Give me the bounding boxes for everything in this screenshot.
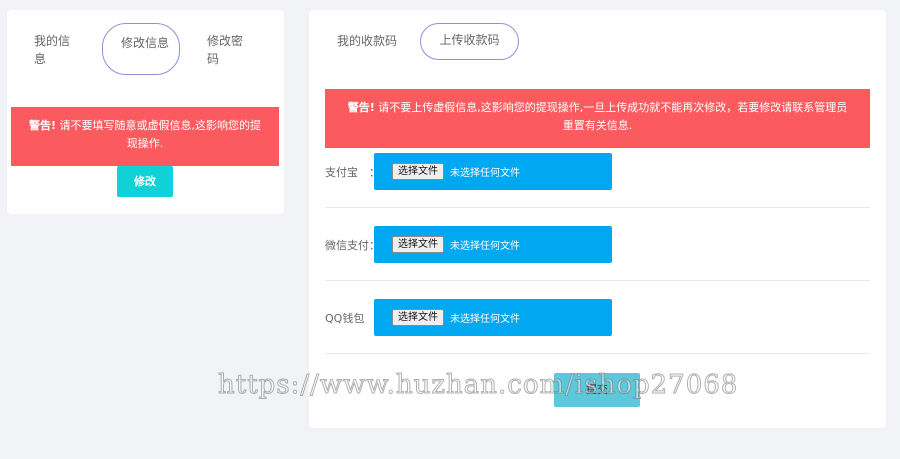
tab-edit-info[interactable]: 修改信息 (102, 23, 180, 75)
choose-file-button[interactable]: 选择文件 (392, 236, 444, 253)
wechat-pay-label: 微信支付： (325, 239, 380, 252)
file-status: 未选择任何文件 (450, 241, 520, 252)
file-status: 未选择任何文件 (450, 168, 520, 179)
tab-my-info[interactable]: 我的信息 (34, 32, 78, 68)
alert-title: 警告! (347, 101, 375, 114)
payment-code-panel: 我的收款码 上传收款码 警告! 请不要上传虚假信息,这影响您的提现操作,一旦上传… (309, 10, 886, 428)
warning-alert: 警告! 请不要上传虚假信息,这影响您的提现操作,一旦上传成功就不能再次修改，若要… (325, 89, 870, 148)
warning-alert: 警告! 请不要填写随意或虚假信息,这影响您的提现操作. (11, 107, 279, 166)
divider (325, 280, 870, 281)
alert-text: 请不要填写随意或虚假信息,这影响您的提现操作. (56, 119, 262, 150)
divider (325, 353, 870, 354)
tab-change-password[interactable]: 修改密码 (207, 32, 251, 68)
divider (325, 207, 870, 208)
alipay-label: 支付宝 ： (325, 166, 380, 179)
watermark: https://www.huzhan.com/ishop27068 (217, 370, 739, 401)
qq-wallet-upload-field[interactable]: 选择文件 未选择任何文件 (374, 299, 612, 336)
choose-file-button[interactable]: 选择文件 (392, 309, 444, 326)
alert-title: 警告! (28, 119, 57, 132)
choose-file-button[interactable]: 选择文件 (392, 163, 444, 180)
tab-my-payment-code[interactable]: 我的收款码 (337, 32, 397, 50)
alipay-upload-field[interactable]: 选择文件 未选择任何文件 (374, 153, 612, 190)
alert-text: 请不要上传虚假信息,这影响您的提现操作,一旦上传成功就不能再次修改，若要修改请联… (374, 101, 848, 132)
wechat-pay-upload-field[interactable]: 选择文件 未选择任何文件 (374, 226, 612, 263)
file-status: 未选择任何文件 (450, 314, 520, 325)
tab-upload-payment-code[interactable]: 上传收款码 (420, 23, 519, 60)
account-info-panel: 我的信息 修改信息 修改密码 警告! 请不要填写随意或虚假信息,这影响您的提现操… (7, 10, 284, 214)
modify-button[interactable]: 修改 (117, 166, 173, 197)
